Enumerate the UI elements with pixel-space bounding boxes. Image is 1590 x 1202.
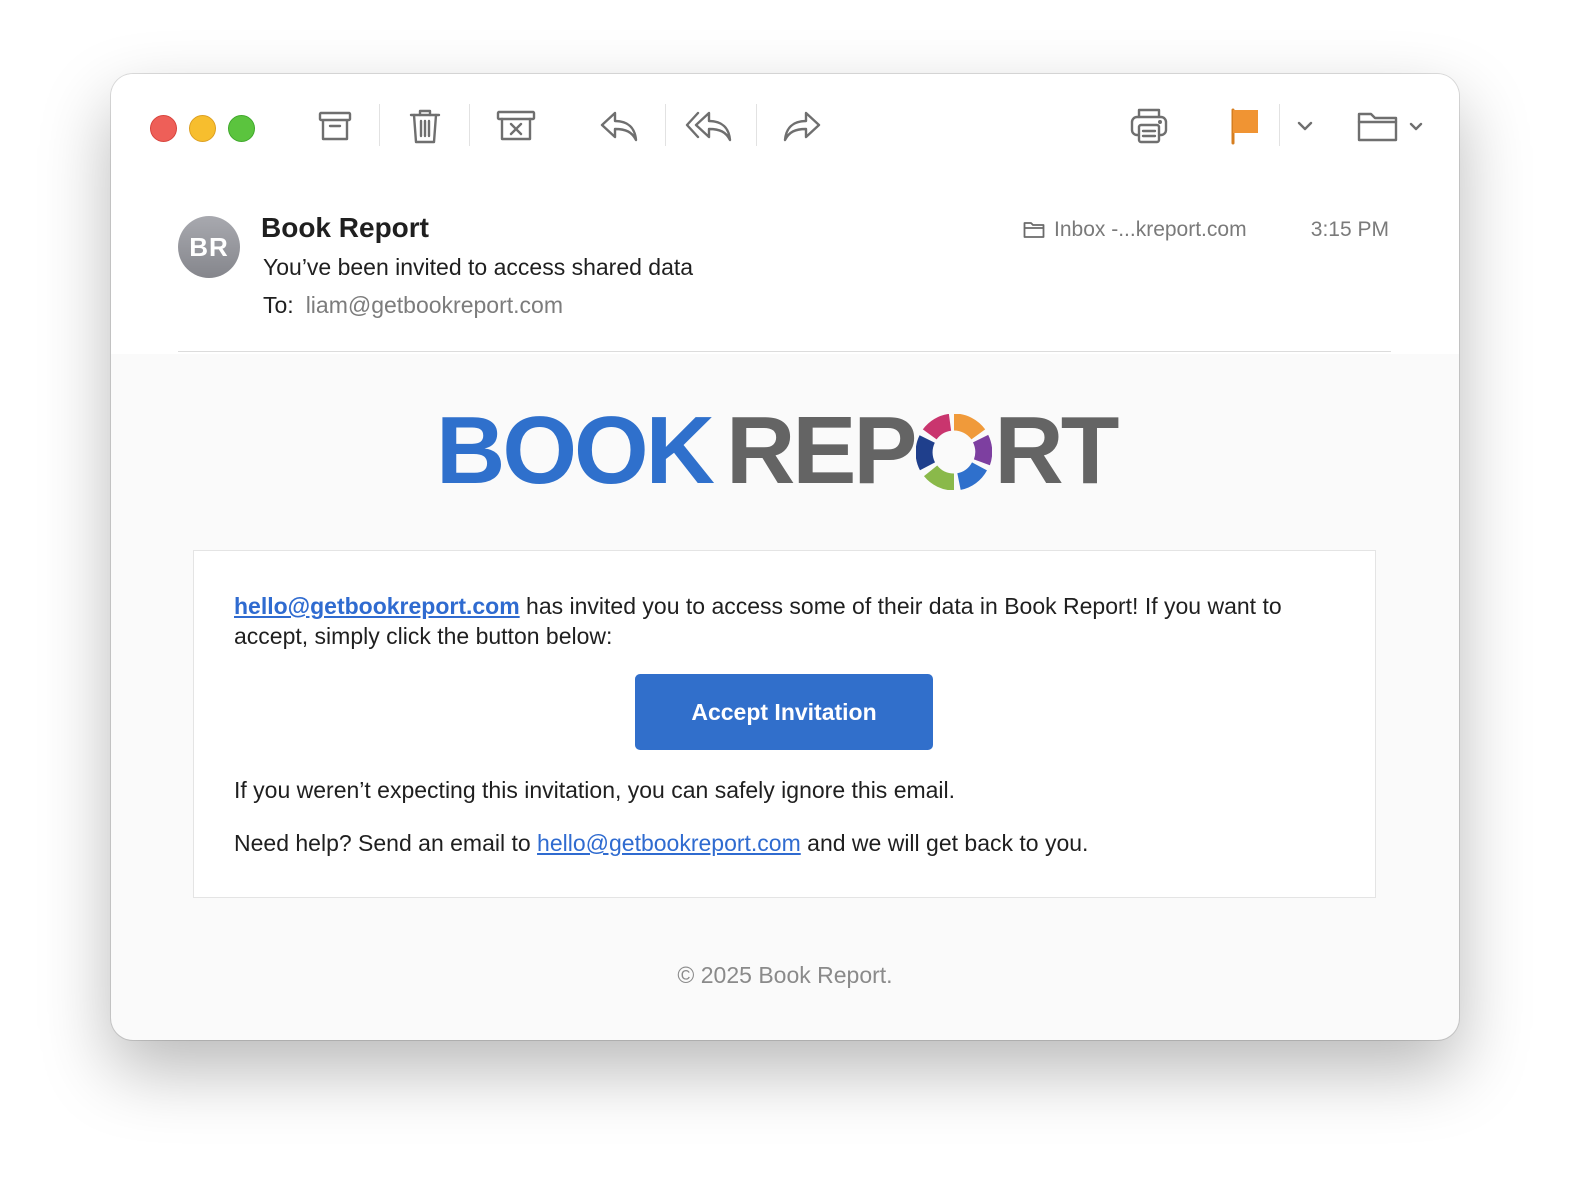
print-icon[interactable] [1125,102,1173,150]
help-prefix: Need help? Send an email to [234,830,538,856]
close-window-button[interactable] [150,115,177,142]
mailbox-name: Inbox -...kreport.com [1054,218,1247,241]
forward-icon[interactable] [778,102,826,150]
help-suffix: and we will get back to you. [800,830,1089,856]
inviter-email-link[interactable]: hello@getbookreport.com [234,593,520,619]
archive-icon[interactable] [311,102,359,150]
header-divider [178,351,1391,352]
junk-icon[interactable] [492,102,540,150]
sender-name[interactable]: Book Report [261,212,429,244]
chevron-down-icon[interactable] [1281,102,1329,150]
book-report-logo: BOOK REP RT [436,397,1119,504]
ignore-paragraph: If you weren’t expecting this invitation… [234,777,956,803]
move-to-folder-icon[interactable] [1356,102,1428,150]
logo-word-book: BOOK [436,397,715,504]
received-time: 3:15 PM [1310,218,1389,241]
recipient-address[interactable]: liam@getbookreport.com [306,292,563,318]
mailbox-indicator[interactable]: Inbox -...kreport.com [1023,218,1247,242]
flag-icon[interactable] [1221,102,1269,150]
recipient-row: To: liam@getbookreport.com [263,292,563,319]
folder-icon [1023,222,1045,238]
email-subject: You’ve been invited to access shared dat… [263,254,694,280]
accept-invitation-button[interactable]: Accept Invitation [635,674,933,750]
reply-all-icon[interactable] [685,102,733,150]
email-body-card: hello@getbookreport.com has invited you … [193,550,1376,898]
help-email-link[interactable]: hello@getbookreport.com [537,830,801,856]
mail-window: BR Book Report You’ve been invited to ac… [111,74,1459,1040]
footer-copyright: © 2025 Book Report. [677,962,893,988]
logo-word-report-end: RT [994,397,1119,504]
trash-icon[interactable] [401,102,449,150]
invite-paragraph: hello@getbookreport.com has invited you … [234,591,1334,651]
avatar: BR [178,216,240,278]
reply-icon[interactable] [595,102,643,150]
minimize-window-button[interactable] [189,115,216,142]
to-label: To: [263,292,294,318]
logo-word-report-start: REP [726,397,917,504]
logo-ring-icon [916,414,993,490]
help-paragraph: Need help? Send an email to hello@getboo… [234,828,1088,858]
zoom-window-button[interactable] [228,115,255,142]
